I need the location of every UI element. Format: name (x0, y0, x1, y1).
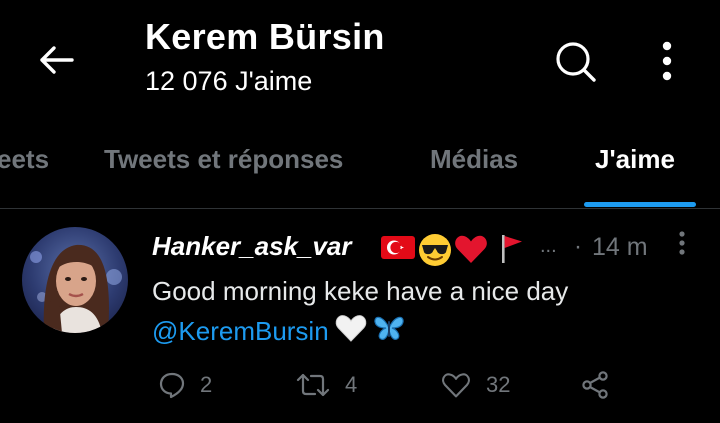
search-icon (556, 42, 596, 82)
avatar-photo (22, 227, 128, 333)
tweet-actions: 2 4 32 (0, 365, 720, 405)
reply-count: 2 (200, 372, 213, 397)
share-icon (582, 371, 608, 399)
triangular-flag-icon (498, 233, 526, 270)
share-button[interactable] (580, 365, 610, 405)
retweet-icon (296, 373, 330, 397)
turkey-flag-icon (380, 233, 416, 266)
tweet-header: Hanker_ask_var ... · 14 m (152, 231, 712, 266)
arrow-left-icon (40, 46, 74, 74)
red-heart-icon (454, 233, 488, 270)
tab-likes[interactable]: J'aime (595, 144, 675, 175)
like-count: 32 (486, 372, 511, 397)
smiling-face-with-sunglasses-icon (418, 233, 452, 272)
tab-tweets[interactable]: eets (0, 144, 49, 175)
truncation-ellipsis: ... (540, 235, 557, 257)
white-heart-icon (335, 313, 367, 354)
tab-tweets-and-replies[interactable]: Tweets et réponses (104, 144, 343, 175)
search-button[interactable] (552, 38, 600, 86)
profile-name: Kerem Bürsin (145, 16, 385, 57)
retweet-count: 4 (345, 372, 358, 397)
tweet[interactable]: Hanker_ask_var ... · 14 m Good morning k… (0, 209, 720, 423)
tweet-username[interactable]: Hanker_ask_var (152, 231, 352, 262)
tweet-timestamp[interactable]: 14 m (592, 233, 648, 262)
retweet-button[interactable]: 4 (295, 365, 357, 405)
likes-count-label: 12 076 J'aime (145, 66, 313, 96)
active-tab-indicator (584, 202, 696, 207)
profile-header: Kerem Bürsin 12 076 J'aime (0, 0, 720, 120)
more-vertical-icon (679, 231, 685, 255)
avatar[interactable] (22, 227, 128, 333)
butterfly-icon (373, 313, 405, 354)
tweet-more-button[interactable] (672, 227, 692, 259)
profile-tabs: eets Tweets et réponses Médias J'aime (0, 126, 720, 210)
more-vertical-icon (662, 41, 672, 81)
like-button[interactable]: 32 (440, 365, 510, 405)
tweet-text: Good morning keke have a nice day @Kerem… (152, 271, 712, 354)
mention-link[interactable]: @KeremBursin (152, 316, 329, 346)
reply-button[interactable]: 2 (158, 365, 212, 405)
more-options-button[interactable] (650, 38, 684, 84)
tab-media[interactable]: Médias (430, 144, 518, 175)
heart-outline-icon (442, 373, 470, 398)
tweet-text-line: Good morning keke have a nice day (152, 276, 569, 306)
tweet-text-line-2: @KeremBursin (152, 311, 712, 354)
back-button[interactable] (34, 38, 78, 82)
separator-dot: · (574, 233, 582, 260)
reply-icon (159, 372, 185, 399)
